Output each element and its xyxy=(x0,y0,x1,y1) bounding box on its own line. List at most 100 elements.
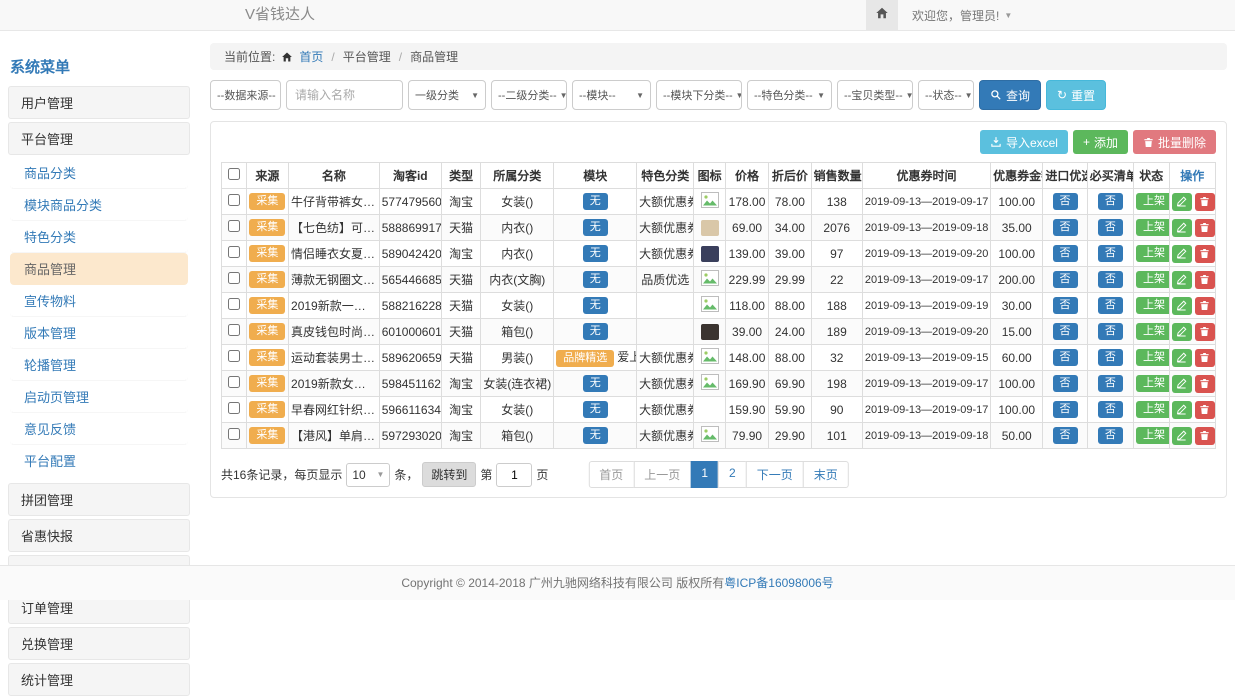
edit-button[interactable] xyxy=(1172,219,1192,237)
row-checkbox[interactable] xyxy=(228,246,240,258)
imported-toggle[interactable]: 否 xyxy=(1053,427,1078,444)
status-badge[interactable]: 上架 xyxy=(1136,245,1169,262)
imported-toggle[interactable]: 否 xyxy=(1053,297,1078,314)
delete-button[interactable] xyxy=(1195,297,1215,315)
sidebar-group-header-0[interactable]: 用户管理 xyxy=(8,86,190,119)
pager-button-下一页[interactable]: 下一页 xyxy=(746,461,804,488)
breadcrumb-home-link[interactable]: 首页 xyxy=(299,48,323,65)
filter-select-feature-category[interactable]: --特色分类--▼ xyxy=(747,80,832,110)
status-badge[interactable]: 上架 xyxy=(1136,427,1169,444)
imported-toggle[interactable]: 否 xyxy=(1053,219,1078,236)
must-buy-toggle[interactable]: 否 xyxy=(1098,401,1123,418)
module-none-badge[interactable]: 无 xyxy=(583,271,608,288)
search-button[interactable]: 查询 xyxy=(979,80,1041,110)
must-buy-toggle[interactable]: 否 xyxy=(1098,349,1123,366)
filter-select-module[interactable]: --模块--▼ xyxy=(572,80,651,110)
module-none-badge[interactable]: 无 xyxy=(583,245,608,262)
filter-select-category-level1[interactable]: 一级分类▼ xyxy=(408,80,486,110)
sidebar-item-商品管理[interactable]: 商品管理 xyxy=(10,253,188,285)
status-badge[interactable]: 上架 xyxy=(1136,219,1169,236)
edit-button[interactable] xyxy=(1172,193,1192,211)
imported-toggle[interactable]: 否 xyxy=(1053,375,1078,392)
status-badge[interactable]: 上架 xyxy=(1136,271,1169,288)
status-badge[interactable]: 上架 xyxy=(1136,349,1169,366)
row-checkbox[interactable] xyxy=(228,220,240,232)
must-buy-toggle[interactable]: 否 xyxy=(1098,219,1123,236)
module-none-badge[interactable]: 无 xyxy=(583,193,608,210)
sidebar-item-平台配置[interactable]: 平台配置 xyxy=(10,445,188,476)
filter-select-module-subcategory[interactable]: --模块下分类--▼ xyxy=(656,80,742,110)
sidebar-group-header-7[interactable]: 统计管理 xyxy=(8,663,190,696)
module-brand-badge[interactable]: 品牌精选 xyxy=(556,350,614,367)
sidebar-item-意见反馈[interactable]: 意见反馈 xyxy=(10,413,188,445)
sidebar-item-轮播管理[interactable]: 轮播管理 xyxy=(10,349,188,381)
must-buy-toggle[interactable]: 否 xyxy=(1098,245,1123,262)
icp-link[interactable]: 粤ICP备16098006号 xyxy=(724,576,833,590)
batch-delete-button[interactable]: 批量删除 xyxy=(1133,130,1216,154)
page-number-input[interactable] xyxy=(496,463,532,487)
status-badge[interactable]: 上架 xyxy=(1136,193,1169,210)
edit-button[interactable] xyxy=(1172,349,1192,367)
must-buy-toggle[interactable]: 否 xyxy=(1098,297,1123,314)
must-buy-toggle[interactable]: 否 xyxy=(1098,323,1123,340)
status-badge[interactable]: 上架 xyxy=(1136,375,1169,392)
add-button[interactable]: + 添加 xyxy=(1073,130,1128,154)
module-none-badge[interactable]: 无 xyxy=(583,323,608,340)
row-checkbox[interactable] xyxy=(228,194,240,206)
module-none-badge[interactable]: 无 xyxy=(583,427,608,444)
edit-button[interactable] xyxy=(1172,427,1192,445)
module-none-badge[interactable]: 无 xyxy=(583,375,608,392)
imported-toggle[interactable]: 否 xyxy=(1053,349,1078,366)
delete-button[interactable] xyxy=(1195,193,1215,211)
edit-button[interactable] xyxy=(1172,245,1192,263)
delete-button[interactable] xyxy=(1195,349,1215,367)
sidebar-item-版本管理[interactable]: 版本管理 xyxy=(10,317,188,349)
status-badge[interactable]: 上架 xyxy=(1136,401,1169,418)
select-all-checkbox[interactable] xyxy=(228,168,240,180)
row-checkbox[interactable] xyxy=(228,324,240,336)
edit-button[interactable] xyxy=(1172,297,1192,315)
sidebar-item-特色分类[interactable]: 特色分类 xyxy=(10,221,188,253)
import-excel-button[interactable]: 导入excel xyxy=(980,130,1068,154)
status-badge[interactable]: 上架 xyxy=(1136,297,1169,314)
delete-button[interactable] xyxy=(1195,375,1215,393)
imported-toggle[interactable]: 否 xyxy=(1053,193,1078,210)
must-buy-toggle[interactable]: 否 xyxy=(1098,375,1123,392)
delete-button[interactable] xyxy=(1195,427,1215,445)
per-page-select[interactable]: 10 ▼ xyxy=(346,463,390,487)
home-nav-button[interactable] xyxy=(866,0,898,30)
must-buy-toggle[interactable]: 否 xyxy=(1098,271,1123,288)
reset-button[interactable]: ↻重置 xyxy=(1046,80,1106,110)
sidebar-item-宣传物料[interactable]: 宣传物料 xyxy=(10,285,188,317)
filter-select-status[interactable]: --状态--▼ xyxy=(918,80,974,110)
delete-button[interactable] xyxy=(1195,219,1215,237)
row-checkbox[interactable] xyxy=(228,376,240,388)
module-none-badge[interactable]: 无 xyxy=(583,401,608,418)
row-checkbox[interactable] xyxy=(228,298,240,310)
module-none-badge[interactable]: 无 xyxy=(583,297,608,314)
sidebar-item-模块商品分类[interactable]: 模块商品分类 xyxy=(10,189,188,221)
must-buy-toggle[interactable]: 否 xyxy=(1098,193,1123,210)
sidebar-item-启动页管理[interactable]: 启动页管理 xyxy=(10,381,188,413)
delete-button[interactable] xyxy=(1195,401,1215,419)
imported-toggle[interactable]: 否 xyxy=(1053,245,1078,262)
delete-button[interactable] xyxy=(1195,271,1215,289)
delete-button[interactable] xyxy=(1195,323,1215,341)
filter-select-data-source[interactable]: --数据来源--▼ xyxy=(210,80,281,110)
sidebar-group-header-3[interactable]: 省惠快报 xyxy=(8,519,190,552)
filter-select-category-level2[interactable]: --二级分类--▼ xyxy=(491,80,567,110)
edit-button[interactable] xyxy=(1172,323,1192,341)
filter-select-item-type[interactable]: --宝贝类型--▼ xyxy=(837,80,913,110)
edit-button[interactable] xyxy=(1172,375,1192,393)
pager-button-2[interactable]: 2 xyxy=(718,461,747,488)
edit-button[interactable] xyxy=(1172,401,1192,419)
user-menu[interactable]: 欢迎您，管理员! ▼ xyxy=(898,0,1026,30)
imported-toggle[interactable]: 否 xyxy=(1053,323,1078,340)
name-search-input[interactable] xyxy=(286,80,403,110)
edit-button[interactable] xyxy=(1172,271,1192,289)
row-checkbox[interactable] xyxy=(228,272,240,284)
module-none-badge[interactable]: 无 xyxy=(583,219,608,236)
row-checkbox[interactable] xyxy=(228,428,240,440)
must-buy-toggle[interactable]: 否 xyxy=(1098,427,1123,444)
status-badge[interactable]: 上架 xyxy=(1136,323,1169,340)
